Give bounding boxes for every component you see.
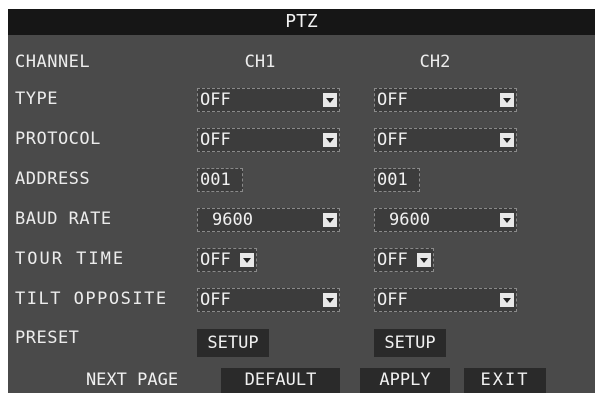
ch2-type-select[interactable]: OFF — [374, 88, 517, 112]
ch1-protocol-select[interactable]: OFF — [197, 128, 340, 152]
baud-rate-label: BAUD RATE — [15, 209, 112, 229]
ch1-tour-time-select[interactable]: OFF — [197, 248, 257, 272]
tilt-opposite-label: TILT OPPOSITE — [15, 289, 168, 309]
ch2-tilt-opposite-value: OFF — [377, 290, 408, 310]
preset-label: PRESET — [15, 328, 80, 348]
ch1-baud-rate-value: 9600 — [212, 210, 253, 230]
chevron-down-icon[interactable] — [500, 213, 514, 227]
ch1-tilt-opposite-select[interactable]: OFF — [197, 288, 340, 312]
chevron-down-icon[interactable] — [323, 133, 337, 147]
apply-button[interactable]: APPLY — [360, 368, 450, 393]
address-label: ADDRESS — [15, 169, 91, 189]
ch2-baud-rate-select[interactable]: 9600 — [374, 208, 517, 232]
ch2-baud-rate-value: 9600 — [389, 210, 430, 230]
ch2-type-value: OFF — [377, 90, 408, 110]
ch2-preset-setup-button[interactable]: SETUP — [374, 329, 446, 357]
chevron-down-icon[interactable] — [323, 213, 337, 227]
default-button[interactable]: DEFAULT — [221, 368, 340, 393]
ch1-type-value: OFF — [200, 90, 231, 110]
ch1-tour-time-value: OFF — [200, 250, 231, 270]
ch2-tilt-opposite-select[interactable]: OFF — [374, 288, 517, 312]
ptz-settings-panel: PTZ CHANNEL CH1 CH2 TYPE OFF OFF PROTOCO… — [8, 9, 595, 393]
ch2-header: CH2 — [419, 52, 451, 72]
chevron-down-icon[interactable] — [500, 93, 514, 107]
tour-time-label: TOUR TIME — [15, 249, 126, 269]
ch2-tour-time-select[interactable]: OFF — [374, 248, 434, 272]
chevron-down-icon[interactable] — [323, 293, 337, 307]
next-page-button[interactable]: NEXT PAGE — [64, 368, 200, 393]
ch1-baud-rate-select[interactable]: 9600 — [197, 208, 340, 232]
ch2-tour-time-value: OFF — [377, 250, 408, 270]
type-label: TYPE — [15, 89, 58, 109]
chevron-down-icon[interactable] — [500, 133, 514, 147]
window-title: PTZ — [8, 9, 595, 35]
ch2-protocol-select[interactable]: OFF — [374, 128, 517, 152]
ch1-header: CH1 — [244, 52, 276, 72]
ch1-tilt-opposite-value: OFF — [200, 290, 231, 310]
ch1-preset-setup-button[interactable]: SETUP — [197, 329, 269, 357]
ch1-address-field[interactable]: 001 — [197, 168, 243, 192]
exit-button[interactable]: EXIT — [464, 368, 546, 393]
channel-label: CHANNEL — [15, 52, 91, 72]
protocol-label: PROTOCOL — [15, 129, 101, 149]
ch1-protocol-value: OFF — [200, 130, 231, 150]
ch2-address-field[interactable]: 001 — [374, 168, 420, 192]
ch2-protocol-value: OFF — [377, 130, 408, 150]
chevron-down-icon[interactable] — [323, 93, 337, 107]
chevron-down-icon[interactable] — [417, 253, 431, 267]
chevron-down-icon[interactable] — [500, 293, 514, 307]
ch1-type-select[interactable]: OFF — [197, 88, 340, 112]
chevron-down-icon[interactable] — [240, 253, 254, 267]
